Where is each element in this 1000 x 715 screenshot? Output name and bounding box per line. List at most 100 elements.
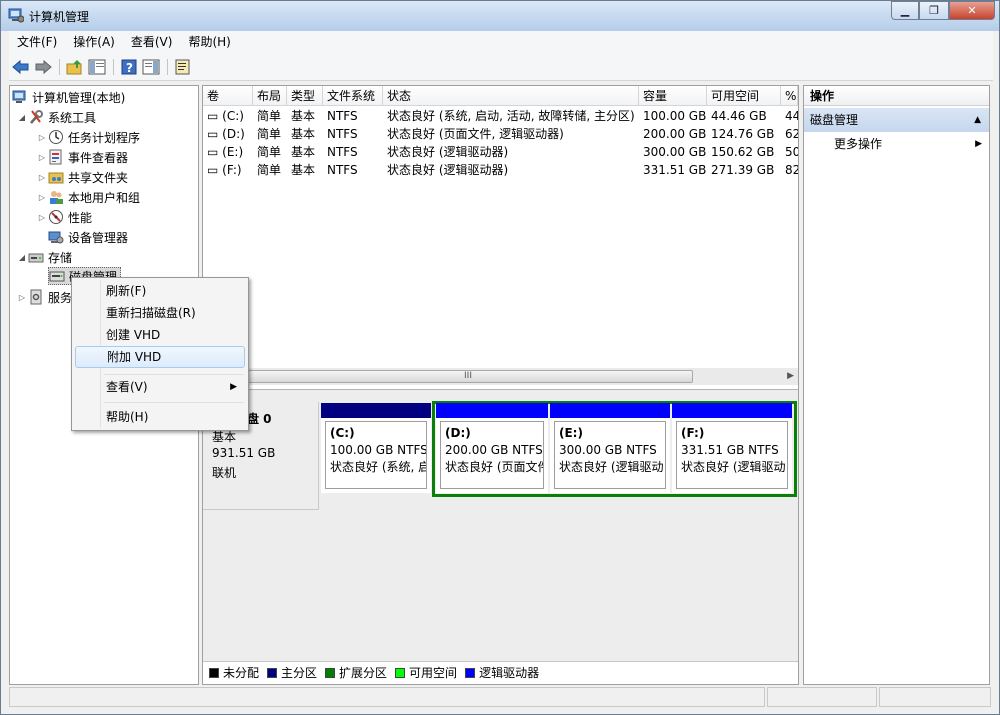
col-header-filesystem[interactable]: 文件系统 [323,86,383,106]
percent-cell: 62 [785,127,798,141]
volume-name: (F:) [222,163,242,177]
volume-drive-icon: ▭ [207,127,219,141]
col-header-free-space[interactable]: 可用空间 [707,86,781,106]
col-header-capacity[interactable]: 容量 [639,86,707,106]
col-header-volume[interactable]: 卷 [203,86,253,106]
tree-item-shared-folders[interactable]: ▷ 共享文件夹 [36,168,128,186]
shared-folder-icon [48,169,64,185]
tree-item-performance[interactable]: ▷ 性能 [36,208,92,226]
horizontal-scrollbar[interactable]: ◀ III ▶ [203,368,798,385]
expand-arrow-icon[interactable]: ▷ [36,193,48,202]
tree-label-local-users: 本地用户和组 [68,190,141,205]
type-cell: 基本 [291,145,316,159]
context-view[interactable]: 查看(V) ▶ [75,376,245,398]
more-actions-item[interactable]: 更多操作 ▶ [834,134,984,154]
expand-arrow-icon[interactable]: ▷ [36,173,48,182]
tree-item-device-manager[interactable]: 设备管理器 [48,228,128,246]
title-bar[interactable]: 计算机管理 ▁ ❐ ✕ [1,1,999,31]
col-header-percent[interactable]: % [781,86,798,106]
forward-button[interactable] [33,57,53,77]
col-header-type[interactable]: 类型 [287,86,323,106]
partition-size: 100.00 GB NTFS [330,443,427,457]
properties-button[interactable] [173,57,193,77]
submenu-arrow-icon: ▶ [975,139,982,149]
expand-arrow-icon[interactable]: ▷ [16,293,28,302]
more-actions-label: 更多操作 [834,137,883,151]
menu-help[interactable]: 帮助(H) [180,31,238,53]
computer-management-icon [12,89,28,105]
back-arrow-icon [12,59,29,75]
partition-status: 状态良好 (逻辑驱动 [559,460,664,474]
collapse-arrow-icon[interactable]: ◢ [16,253,28,262]
console-tree-icon [88,59,106,75]
tree-item-event-viewer[interactable]: ▷ 事件查看器 [36,148,128,166]
tree-item-services[interactable]: ▷ 服务 [16,288,72,306]
volume-name: (C:) [222,109,244,123]
volume-drive-icon: ▭ [207,163,219,177]
partition-label: (F:) [681,426,705,440]
partition-size: 331.51 GB NTFS [681,443,779,457]
tree-label-task-scheduler: 任务计划程序 [68,130,141,145]
event-viewer-icon [48,149,64,165]
scroll-right-icon[interactable]: ▶ [787,371,794,381]
status-cell-3 [879,687,991,707]
up-folder-button[interactable] [65,57,85,77]
disk-management-pane: 卷 布局 类型 文件系统 状态 容量 可用空间 % ▭ (C:) 简单 基本 N… [202,85,799,685]
show-hide-tree-button[interactable] [87,57,107,77]
close-button[interactable]: ✕ [949,1,995,20]
volume-cell: ▭ (F:) [203,161,253,179]
tree-item-system-tools[interactable]: ◢ 系统工具 [16,108,96,126]
legend-swatch-unallocated [209,667,219,678]
context-rescan-disks[interactable]: 重新扫描磁盘(R) [75,302,245,324]
volume-cell: ▭ (C:) [203,107,253,125]
legend-swatch-primary [267,667,278,678]
legend-label: 可用空间 [409,666,458,680]
tree-item-storage[interactable]: ◢ 存储 [16,248,72,266]
legend-label: 未分配 [223,666,260,680]
context-create-vhd[interactable]: 创建 VHD [75,324,245,346]
minimize-button[interactable]: ▁ [891,1,919,20]
show-hide-action-pane-button[interactable] [141,57,161,77]
scrollbar-thumb[interactable]: III [243,370,693,383]
back-button[interactable] [11,57,31,77]
volume-name: (E:) [222,145,244,159]
disk-management-icon [49,268,65,284]
disk-size: 931.51 GB [212,446,276,460]
context-refresh[interactable]: 刷新(F) [75,280,245,302]
help-button[interactable]: ? [119,57,139,77]
context-attach-vhd[interactable]: 附加 VHD [75,346,245,368]
partition-f[interactable]: (F:) 331.51 GB NTFS 状态良好 (逻辑驱动 [672,403,792,493]
partition-status: 状态良好 (逻辑驱动 [681,460,786,474]
context-help[interactable]: 帮助(H) [75,406,245,428]
maximize-button[interactable]: ❐ [919,1,949,20]
expand-arrow-icon[interactable]: ▷ [36,213,48,222]
partition-d[interactable]: (D:) 200.00 GB NTFS 状态良好 (页面文件 [436,403,548,493]
tree-item-local-users[interactable]: ▷ 本地用户和组 [36,188,140,206]
type-cell: 基本 [291,163,316,177]
computer-management-icon [8,7,25,23]
menu-view[interactable]: 查看(V) [123,31,181,53]
layout-cell: 简单 [257,163,282,177]
col-header-status[interactable]: 状态 [383,86,639,106]
expand-arrow-icon[interactable]: ▷ [36,133,48,142]
percent-cell: 82 [785,163,798,177]
tree-item-root[interactable]: 计算机管理(本地) [12,88,125,106]
partition-bar [436,403,548,418]
actions-section-label: 磁盘管理 [810,113,859,127]
percent-cell: 50 [785,145,798,159]
partition-e[interactable]: (E:) 300.00 GB NTFS 状态良好 (逻辑驱动 [550,403,670,493]
tree-item-task-scheduler[interactable]: ▷ 任务计划程序 [36,128,140,146]
menu-file[interactable]: 文件(F) [9,31,65,53]
menu-action[interactable]: 操作(A) [65,31,123,53]
legend-swatch-extended [325,667,336,678]
disk-status: 联机 [212,466,237,480]
partition-c[interactable]: (C:) 100.00 GB NTFS 状态良好 (系统, 启 [321,403,431,493]
actions-section-disk-management[interactable]: 磁盘管理 ▲ [804,108,989,132]
percent-cell: 44 [785,109,798,123]
collapse-up-icon[interactable]: ▲ [974,108,981,132]
disk-legend: 未分配 主分区 扩展分区 可用空间 逻辑驱动器 [203,661,798,683]
col-header-layout[interactable]: 布局 [253,86,287,106]
expand-arrow-icon[interactable]: ▷ [36,153,48,162]
capacity-cell: 331.51 GB [643,163,707,177]
collapse-arrow-icon[interactable]: ◢ [16,113,28,122]
